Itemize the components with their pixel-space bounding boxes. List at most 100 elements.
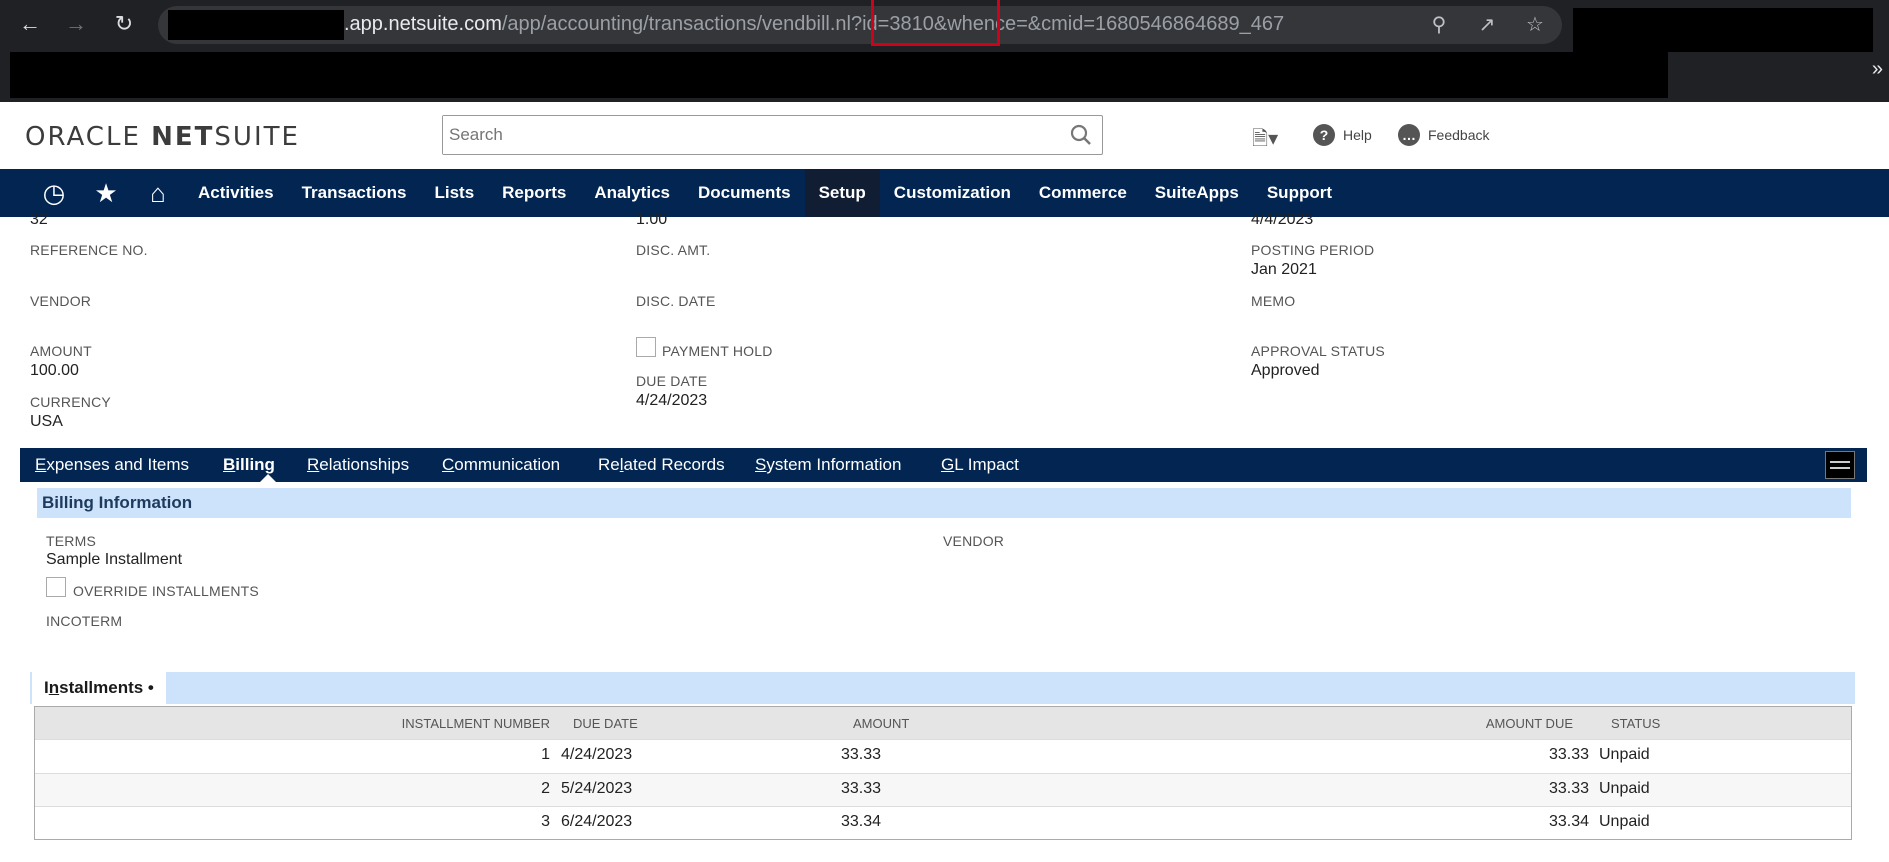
main-nav: ◷ ★ ⌂ Activities Transactions Lists Repo… — [0, 169, 1889, 217]
tab-label: ystem Information — [766, 455, 902, 474]
table-row[interactable]: 1 4/24/2023 33.33 33.33 Unpaid — [35, 739, 1851, 772]
exchange-rate-value: 1.00 — [636, 211, 668, 228]
installments-tab-bar: Installments • — [30, 672, 1855, 704]
favorites-star-icon[interactable]: ★ — [80, 169, 132, 217]
memo-label: MEMO — [1251, 293, 1296, 309]
posting-period-label: POSTING PERIOD — [1251, 242, 1375, 258]
due-date-cell: 4/24/2023 — [561, 746, 633, 763]
column-header-installment-number[interactable]: INSTALLMENT NUMBER — [402, 716, 550, 731]
tab-gl-impact[interactable]: GL Impact — [941, 455, 1019, 475]
tab-accesskey: B — [223, 455, 236, 474]
status-cell: Unpaid — [1599, 780, 1650, 797]
nav-suiteapps[interactable]: SuiteApps — [1141, 169, 1253, 217]
netsuite-header: ORACLE NETSUITE 🗎▾ ? Help … Feedback — [0, 102, 1889, 169]
tab-accesskey: S — [755, 455, 767, 474]
oracle-netsuite-logo[interactable]: ORACLE NETSUITE — [25, 122, 300, 152]
tab-expenses-and-items[interactable]: Expenses and Items — [35, 455, 189, 475]
nav-setup[interactable]: Setup — [804, 169, 880, 217]
search-icon[interactable] — [1068, 122, 1094, 148]
payment-hold-checkbox[interactable] — [636, 337, 656, 357]
feedback-label: Feedback — [1428, 127, 1490, 143]
tab-label: ommunication — [454, 455, 561, 474]
tab-accesskey: G — [941, 455, 955, 474]
redacted-block — [168, 10, 344, 40]
tab-communication[interactable]: Communication — [442, 455, 560, 475]
installment-number-cell: 1 — [541, 746, 550, 763]
nav-lists[interactable]: Lists — [420, 169, 488, 217]
tab-label: elationships — [319, 455, 410, 474]
help-link[interactable]: ? Help — [1313, 124, 1372, 146]
create-new-menu[interactable]: 🗎▾ — [1252, 124, 1278, 158]
currency-value: USA — [30, 413, 63, 430]
bookmarks-overflow-icon[interactable]: » — [1872, 58, 1883, 81]
global-search[interactable] — [442, 115, 1103, 155]
nav-analytics[interactable]: Analytics — [580, 169, 684, 217]
tab-accesskey: R — [307, 455, 320, 474]
installment-number-cell: 2 — [541, 780, 550, 797]
back-icon[interactable]: ← — [16, 10, 44, 38]
tab-accesskey: n — [48, 678, 60, 697]
tab-label-prefix: Re — [598, 455, 620, 474]
column-header-amount[interactable]: AMOUNT — [853, 716, 909, 731]
help-icon: ? — [1313, 124, 1335, 146]
override-installments-label: OVERRIDE INSTALLMENTS — [73, 583, 259, 599]
feedback-link[interactable]: … Feedback — [1398, 124, 1489, 146]
nav-commerce[interactable]: Commerce — [1025, 169, 1141, 217]
incoterm-label: INCOTERM — [46, 613, 123, 629]
approval-status-value: Approved — [1251, 362, 1320, 379]
url-text[interactable]: .app.netsuite.com/app/accounting/transac… — [344, 13, 1284, 36]
browser-toolbar: ← → ↻ .app.netsuite.com/app/accounting/t… — [0, 0, 1889, 102]
column-header-status[interactable]: STATUS — [1611, 716, 1660, 731]
disc-amt-label: DISC. AMT. — [636, 242, 711, 258]
nav-reports[interactable]: Reports — [488, 169, 580, 217]
logo-oracle: ORACLE — [25, 122, 152, 152]
redacted-bookmarks-bar — [10, 52, 1668, 98]
vendor-label: VENDOR — [30, 293, 92, 309]
tab-label: illing — [235, 455, 275, 474]
nav-transactions[interactable]: Transactions — [288, 169, 421, 217]
url-highlight-box — [871, 0, 1000, 46]
bookmark-star-icon[interactable]: ☆ — [1522, 12, 1548, 38]
reload-icon[interactable]: ↻ — [110, 10, 138, 38]
logo-suite: SUITE — [214, 122, 300, 152]
share-icon[interactable]: ↗ — [1474, 12, 1500, 38]
amount-due-cell: 33.34 — [1548, 813, 1589, 830]
home-icon[interactable]: ⌂ — [132, 169, 184, 217]
currency-label: CURRENCY — [30, 394, 111, 410]
tab-system-information[interactable]: System Information — [755, 455, 901, 475]
tab-related-records[interactable]: Related Records — [598, 455, 725, 475]
column-header-amount-due[interactable]: AMOUNT DUE — [1486, 716, 1573, 731]
url-host: .app.netsuite.com — [344, 13, 502, 35]
table-row[interactable]: 2 5/24/2023 33.33 33.33 Unpaid — [35, 773, 1851, 806]
tab-billing[interactable]: Billing — [223, 455, 275, 475]
status-cell: Unpaid — [1599, 746, 1650, 763]
tab-relationships[interactable]: Relationships — [307, 455, 409, 475]
zoom-icon[interactable]: ⚲ — [1426, 12, 1452, 38]
due-date-cell: 5/24/2023 — [561, 780, 633, 797]
forward-icon[interactable]: → — [62, 10, 90, 38]
subtab-bar: Expenses and Items Billing Relationships… — [20, 448, 1867, 482]
nav-support[interactable]: Support — [1253, 169, 1346, 217]
amount-cell: 33.33 — [841, 780, 882, 797]
recent-records-icon[interactable]: ◷ — [28, 169, 80, 217]
due-date-label: DUE DATE — [636, 373, 708, 389]
nav-documents[interactable]: Documents — [684, 169, 805, 217]
amount-due-cell: 33.33 — [1548, 780, 1589, 797]
tab-label: L Impact — [954, 455, 1019, 474]
tab-label: ated Records — [623, 455, 725, 474]
column-header-due-date[interactable]: DUE DATE — [573, 716, 638, 731]
override-installments-checkbox[interactable] — [46, 577, 66, 597]
expand-subtabs-icon[interactable] — [1825, 451, 1855, 479]
table-header: INSTALLMENT NUMBER DUE DATE AMOUNT AMOUN… — [35, 707, 1851, 739]
tab-accesskey: C — [442, 455, 455, 474]
search-input[interactable] — [443, 116, 1043, 154]
disc-date-label: DISC. DATE — [636, 293, 716, 309]
add-document-icon: 🗎▾ — [1252, 128, 1279, 150]
feedback-icon: … — [1398, 124, 1420, 146]
nav-activities[interactable]: Activities — [184, 169, 288, 217]
date-value: 4/4/2023 — [1251, 211, 1314, 228]
top-left-value: 32 — [30, 211, 48, 228]
tab-installments[interactable]: Installments • — [32, 672, 166, 704]
table-row[interactable]: 3 6/24/2023 33.34 33.34 Unpaid — [35, 806, 1851, 839]
nav-customization[interactable]: Customization — [880, 169, 1025, 217]
